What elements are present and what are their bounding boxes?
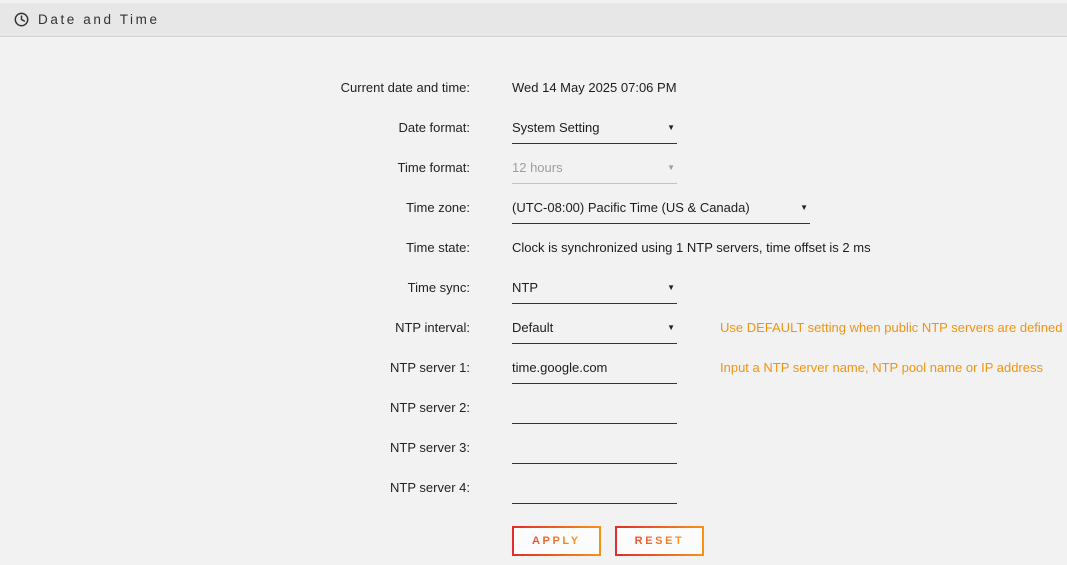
reset-button-label: RESET: [635, 535, 685, 547]
date-format-label: Date format:: [0, 120, 470, 135]
ntp-server-4-label: NTP server 4:: [0, 480, 470, 495]
time-format-label: Time format:: [0, 160, 470, 175]
ntp-server-4-input[interactable]: [512, 480, 677, 504]
apply-button-label: APPLY: [532, 535, 581, 547]
date-time-form: Current date and time: Wed 14 May 2025 0…: [0, 37, 1067, 556]
row-time-state: Time state: Clock is synchronized using …: [0, 227, 1067, 267]
time-zone-label: Time zone:: [0, 200, 470, 215]
current-date-time-label: Current date and time:: [0, 80, 470, 95]
row-current-date-time: Current date and time: Wed 14 May 2025 0…: [0, 67, 1067, 107]
row-time-format: Time format: 12 hours ▼: [0, 147, 1067, 187]
row-time-sync: Time sync: NTP ▼: [0, 267, 1067, 307]
time-sync-select[interactable]: NTP ▼: [512, 280, 677, 304]
row-ntp-server-3: NTP server 3:: [0, 427, 1067, 467]
chevron-down-icon: ▼: [667, 283, 677, 292]
chevron-down-icon: ▼: [667, 323, 677, 332]
current-date-time-value: Wed 14 May 2025 07:06 PM: [512, 80, 677, 95]
ntp-server-1-hint: Input a NTP server name, NTP pool name o…: [720, 360, 1043, 375]
time-zone-value: (UTC-08:00) Pacific Time (US & Canada): [512, 200, 750, 215]
time-sync-label: Time sync:: [0, 280, 470, 295]
time-state-label: Time state:: [0, 240, 470, 255]
date-format-value: System Setting: [512, 120, 599, 135]
date-format-select[interactable]: System Setting ▼: [512, 120, 677, 144]
time-sync-value: NTP: [512, 280, 538, 295]
ntp-interval-select[interactable]: Default ▼: [512, 320, 677, 344]
chevron-down-icon: ▼: [667, 123, 677, 132]
chevron-down-icon: ▼: [800, 203, 810, 212]
row-date-format: Date format: System Setting ▼: [0, 107, 1067, 147]
ntp-interval-label: NTP interval:: [0, 320, 470, 335]
row-ntp-server-2: NTP server 2:: [0, 387, 1067, 427]
time-zone-select[interactable]: (UTC-08:00) Pacific Time (US & Canada) ▼: [512, 200, 810, 224]
row-ntp-interval: NTP interval: Default ▼ Use DEFAULT sett…: [0, 307, 1067, 347]
row-ntp-server-4: NTP server 4:: [0, 467, 1067, 507]
ntp-server-2-input[interactable]: [512, 400, 677, 424]
ntp-server-3-input[interactable]: [512, 440, 677, 464]
ntp-server-1-label: NTP server 1:: [0, 360, 470, 375]
ntp-server-3-label: NTP server 3:: [0, 440, 470, 455]
apply-button[interactable]: APPLY: [512, 526, 601, 556]
chevron-down-icon: ▼: [667, 163, 677, 172]
ntp-server-2-label: NTP server 2:: [0, 400, 470, 415]
page-header: Date and Time: [0, 3, 1067, 37]
time-state-value: Clock is synchronized using 1 NTP server…: [512, 240, 871, 255]
time-format-value: 12 hours: [512, 160, 563, 175]
ntp-interval-value: Default: [512, 320, 553, 335]
page-title: Date and Time: [38, 12, 160, 27]
form-actions: APPLY RESET: [512, 526, 1067, 556]
time-format-select: 12 hours ▼: [512, 160, 677, 184]
row-ntp-server-1: NTP server 1: Input a NTP server name, N…: [0, 347, 1067, 387]
clock-icon: [14, 12, 29, 27]
reset-button[interactable]: RESET: [615, 526, 705, 556]
ntp-server-1-input[interactable]: [512, 360, 677, 384]
ntp-interval-hint: Use DEFAULT setting when public NTP serv…: [720, 320, 1063, 335]
row-time-zone: Time zone: (UTC-08:00) Pacific Time (US …: [0, 187, 1067, 227]
